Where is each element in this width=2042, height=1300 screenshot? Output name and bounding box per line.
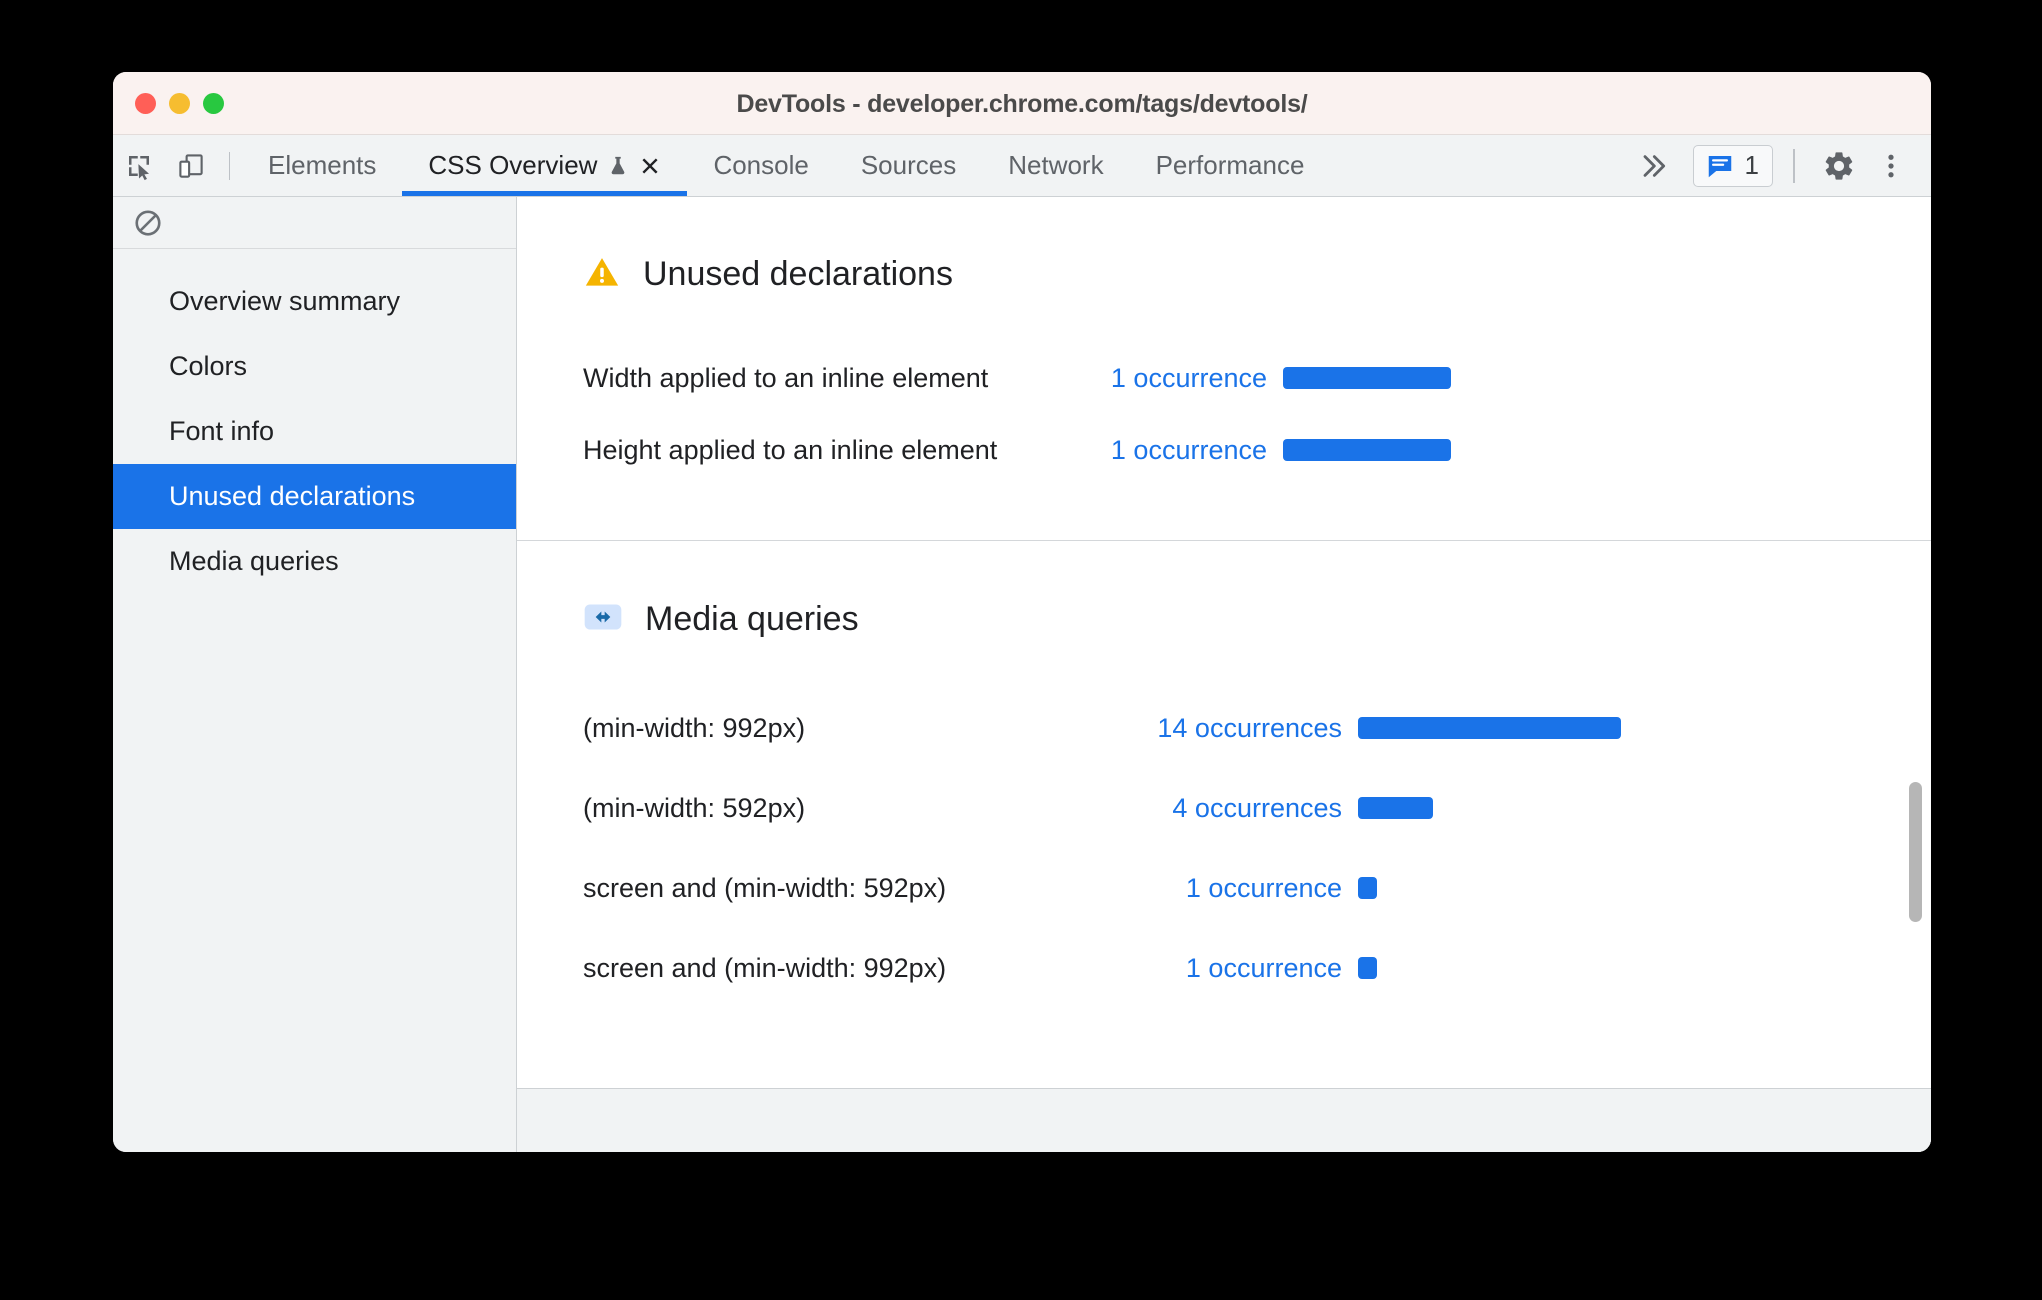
- clear-overview-button[interactable]: [127, 202, 169, 244]
- devtools-toolbar: Elements CSS Overview Console Sources Ne…: [113, 135, 1931, 197]
- device-toolbar-icon: [179, 153, 203, 178]
- row-bar: [1358, 957, 1377, 979]
- row-bar-container: [1283, 367, 1931, 389]
- section-title: Unused declarations: [643, 255, 953, 293]
- settings-button[interactable]: [1815, 142, 1863, 190]
- sidebar-items: Overview summary Colors Font info Unused…: [113, 249, 516, 594]
- chevron-double-right-icon: [1643, 154, 1665, 177]
- row-occurrence-link[interactable]: 14 occurrences: [1123, 713, 1358, 744]
- content-scrollbar[interactable]: [1909, 197, 1926, 1088]
- table-row: (min-width: 992px) 14 occurrences: [583, 688, 1931, 768]
- device-toolbar-button[interactable]: [165, 135, 217, 196]
- experiment-flask-icon: [607, 155, 629, 177]
- tab-performance[interactable]: Performance: [1130, 135, 1331, 196]
- row-occurrence-link[interactable]: 1 occurrence: [1083, 363, 1283, 394]
- sidebar-item-media-queries[interactable]: Media queries: [113, 529, 516, 594]
- sidebar-item-label: Media queries: [169, 546, 339, 576]
- section-media-queries: Media queries (min-width: 992px) 14 occu…: [517, 540, 1931, 1062]
- inspect-element-icon: [129, 155, 149, 180]
- row-label: Width applied to an inline element: [583, 362, 989, 393]
- section-title: Media queries: [645, 600, 859, 638]
- content-bottom-strip: [517, 1088, 1931, 1152]
- sidebar-item-label: Unused declarations: [169, 481, 416, 511]
- sidebar-item-overview-summary[interactable]: Overview summary: [113, 269, 516, 334]
- toolbar-divider-right: [1793, 148, 1795, 183]
- row-occurrence-link[interactable]: 1 occurrence: [1123, 953, 1358, 984]
- window-title: DevTools - developer.chrome.com/tags/dev…: [736, 90, 1308, 118]
- toolbar-right-controls: 1: [1625, 135, 1931, 196]
- more-options-button[interactable]: [1867, 142, 1915, 190]
- row-occurrence-link[interactable]: 1 occurrence: [1123, 873, 1358, 904]
- table-row: screen and (min-width: 992px) 1 occurren…: [583, 928, 1931, 1008]
- devtools-window: DevTools - developer.chrome.com/tags/dev…: [113, 72, 1931, 1152]
- sidebar-item-colors[interactable]: Colors: [113, 334, 516, 399]
- panel-tabs: Elements CSS Overview Console Sources Ne…: [242, 135, 1330, 196]
- issues-message-icon: [1708, 155, 1731, 177]
- table-row: Height applied to an inline element 1 oc…: [583, 414, 1931, 486]
- row-bar-container: [1358, 717, 1931, 739]
- tab-label: Network: [1008, 150, 1104, 180]
- row-bar: [1283, 367, 1451, 389]
- warning-triangle-icon: [583, 253, 621, 296]
- table-row: (min-width: 592px) 4 occurrences: [583, 768, 1931, 848]
- section-header: Unused declarations: [583, 197, 1931, 342]
- css-overview-content: Unused declarations Width applied to an …: [517, 197, 1931, 1152]
- no-entry-icon: [135, 209, 161, 236]
- sidebar-toolbar: [113, 197, 516, 249]
- row-bar: [1358, 717, 1621, 739]
- row-bar-container: [1283, 439, 1931, 461]
- row-bar: [1358, 797, 1433, 819]
- tab-close-button[interactable]: [639, 155, 661, 177]
- sidebar-item-font-info[interactable]: Font info: [113, 399, 516, 464]
- issues-count: 1: [1744, 150, 1759, 180]
- tab-elements[interactable]: Elements: [242, 135, 402, 196]
- section-header: Media queries: [583, 541, 1931, 688]
- tab-label: Performance: [1155, 150, 1305, 180]
- css-overview-sidebar: Overview summary Colors Font info Unused…: [113, 197, 517, 1152]
- row-bar: [1358, 877, 1377, 899]
- tab-sources[interactable]: Sources: [835, 135, 982, 196]
- row-label: (min-width: 592px): [583, 792, 806, 823]
- row-bar-container: [1358, 877, 1931, 899]
- tab-label: Elements: [268, 150, 377, 180]
- sidebar-item-label: Font info: [169, 416, 275, 446]
- content-scroll-area[interactable]: Unused declarations Width applied to an …: [517, 197, 1931, 1088]
- row-bar-container: [1358, 797, 1931, 819]
- row-occurrence-link[interactable]: 4 occurrences: [1123, 793, 1358, 824]
- tab-console[interactable]: Console: [687, 135, 834, 196]
- three-dots-vertical-icon: [1888, 154, 1894, 177]
- tab-css-overview[interactable]: CSS Overview: [402, 135, 688, 196]
- issues-button[interactable]: 1: [1692, 144, 1773, 187]
- sidebar-item-unused-declarations[interactable]: Unused declarations: [113, 464, 516, 529]
- media-query-rows: (min-width: 992px) 14 occurrences (min-w…: [583, 688, 1931, 1062]
- row-label: (min-width: 992px): [583, 712, 806, 743]
- window-titlebar: DevTools - developer.chrome.com/tags/dev…: [113, 72, 1931, 135]
- more-panels-button[interactable]: [1625, 135, 1681, 197]
- row-occurrence-link[interactable]: 1 occurrence: [1083, 435, 1283, 466]
- tab-label: CSS Overview: [428, 150, 598, 180]
- row-bar-container: [1358, 957, 1931, 979]
- tab-label: Sources: [860, 150, 957, 180]
- resize-horizontal-icon: [583, 597, 623, 642]
- gear-icon: [1825, 151, 1853, 180]
- table-row: Width applied to an inline element 1 occ…: [583, 342, 1931, 414]
- sidebar-item-label: Overview summary: [169, 286, 401, 316]
- section-unused-declarations: Unused declarations Width applied to an …: [517, 197, 1931, 540]
- devtools-body: Overview summary Colors Font info Unused…: [113, 197, 1931, 1152]
- row-label: screen and (min-width: 992px): [583, 952, 947, 983]
- tab-label: Console: [713, 150, 809, 180]
- row-bar: [1283, 439, 1451, 461]
- toolbar-divider: [229, 151, 230, 180]
- inspect-element-button[interactable]: [113, 135, 165, 196]
- sidebar-item-label: Colors: [169, 351, 248, 381]
- unused-declaration-rows: Width applied to an inline element 1 occ…: [583, 342, 1931, 540]
- row-label: Height applied to an inline element: [583, 434, 998, 465]
- table-row: screen and (min-width: 592px) 1 occurren…: [583, 848, 1931, 928]
- scrollbar-thumb[interactable]: [1909, 782, 1922, 922]
- tab-network[interactable]: Network: [982, 135, 1129, 196]
- row-label: screen and (min-width: 592px): [583, 872, 947, 903]
